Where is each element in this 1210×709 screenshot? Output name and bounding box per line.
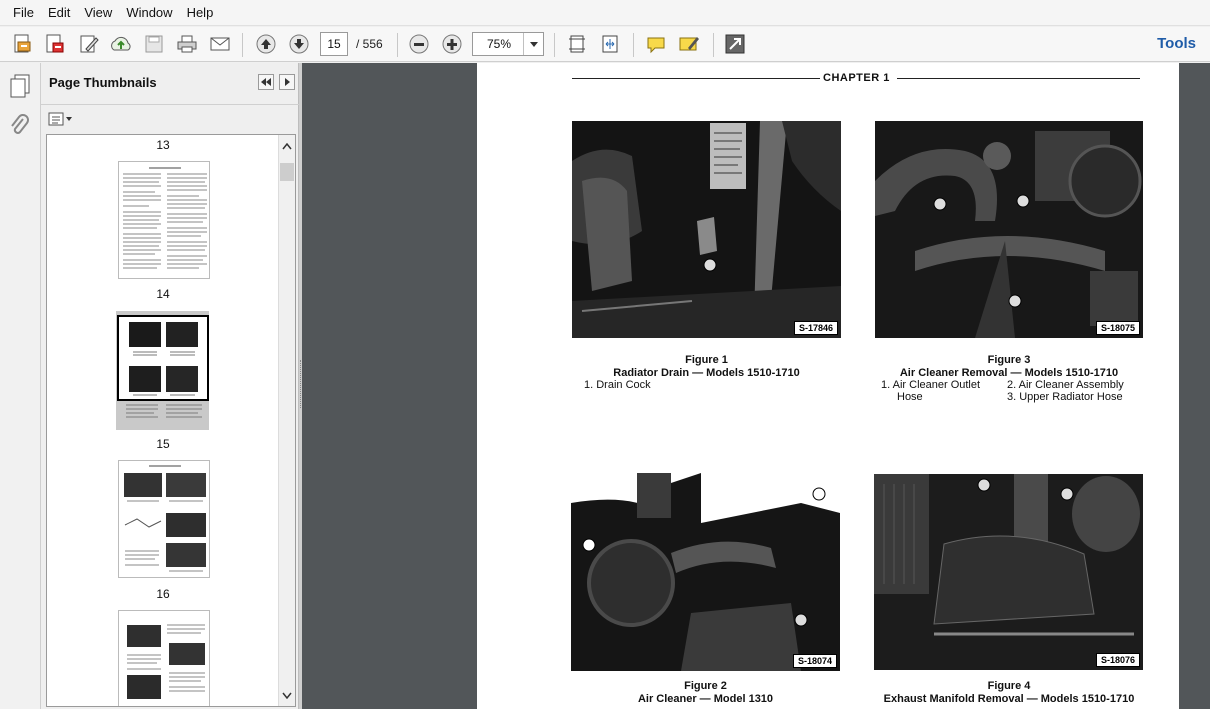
legend-item: 1. Air Cleaner Outlet: [881, 379, 981, 391]
menu-help[interactable]: Help: [180, 0, 221, 26]
fullscreen-icon[interactable]: [722, 31, 748, 57]
attachment-icon[interactable]: [8, 113, 30, 142]
options-menu-button[interactable]: [47, 110, 73, 128]
page-down-icon[interactable]: [286, 31, 312, 57]
tools-link[interactable]: Tools: [1157, 35, 1196, 52]
panel-divider: [41, 104, 299, 105]
menu-bar: File Edit View Window Help: [0, 0, 1210, 26]
document-page: CHAPTER 1 S-17846 S-18075 Figure 1 Radia…: [477, 63, 1179, 709]
highlight-icon[interactable]: [676, 31, 702, 57]
comment-icon[interactable]: [643, 31, 669, 57]
figure-3-caption: Figure 3 Air Cleaner Removal — Models 15…: [875, 354, 1143, 380]
chevron-down-icon[interactable]: [523, 33, 543, 55]
legend-item: 1. Drain Cock: [584, 379, 651, 391]
print-icon[interactable]: [174, 31, 200, 57]
photo-code: S-17846: [793, 321, 838, 335]
collapse-panel-button[interactable]: [258, 74, 274, 90]
convert-icon[interactable]: [42, 31, 68, 57]
menu-file[interactable]: File: [6, 0, 41, 26]
figure-number: Figure 4: [987, 680, 1031, 692]
toolbar-separator: [713, 33, 714, 57]
legend-item: 3. Upper Radiator Hose: [1007, 391, 1123, 403]
email-icon[interactable]: [207, 31, 233, 57]
panel-title: Page Thumbnails: [49, 75, 157, 90]
figure-number: Figure 1: [685, 354, 728, 366]
thumbnail-page-15-lower: [118, 401, 208, 427]
legend-item: 2. Air Cleaner Assembly: [1007, 379, 1124, 391]
zoom-in-icon[interactable]: [439, 31, 465, 57]
figure-1-legend: 1. Drain Cock: [584, 379, 784, 393]
photo-code: S-18074: [792, 654, 837, 668]
thumbnail-page-number: 15: [156, 437, 170, 451]
scroll-up-icon[interactable]: [282, 139, 292, 153]
scrollbar-thumb[interactable]: [280, 163, 294, 181]
thumbnail-page-number: 14: [156, 287, 170, 301]
page-up-icon[interactable]: [253, 31, 279, 57]
create-pdf-icon[interactable]: [10, 31, 36, 57]
toolbar: 15 / 556 75% Tools: [0, 27, 1210, 62]
photo-code: S-18076: [1095, 653, 1140, 667]
thumbnail-page-number: 16: [156, 587, 170, 601]
zoom-select[interactable]: 75%: [472, 32, 544, 56]
page-thumbnails-icon[interactable]: [8, 73, 32, 102]
cloud-upload-icon[interactable]: [108, 31, 134, 57]
figure-2-photo: S-18074: [571, 473, 840, 671]
edit-icon[interactable]: [76, 31, 102, 57]
figure-3-photo: S-18075: [875, 121, 1143, 338]
zoom-out-icon[interactable]: [406, 31, 432, 57]
scroll-down-icon[interactable]: [282, 688, 292, 702]
figure-3-legend: 1. Air Cleaner Outlet Hose 2. Air Cleane…: [881, 379, 1143, 407]
toolbar-separator: [397, 33, 398, 57]
chapter-rule: [897, 78, 1140, 79]
chapter-rule: [572, 78, 820, 79]
fit-page-icon[interactable]: [564, 31, 590, 57]
navigation-pane: [0, 63, 41, 709]
toolbar-separator: [633, 33, 634, 57]
menu-view[interactable]: View: [77, 0, 119, 26]
thumbnail-list[interactable]: 13 14 15 16: [46, 134, 296, 707]
thumbnail-page-number: 13: [156, 138, 170, 152]
fit-width-icon[interactable]: [597, 31, 623, 57]
expand-panel-button[interactable]: [279, 74, 295, 90]
page-total-label: / 556: [356, 37, 383, 51]
zoom-value: 75%: [486, 37, 512, 51]
figure-4-caption: Figure 4 Exhaust Manifold Removal — Mode…: [864, 680, 1154, 706]
figure-1-caption: Figure 1 Radiator Drain — Models 1510-17…: [572, 354, 841, 380]
figure-number: Figure 2: [684, 680, 727, 692]
page-number-input[interactable]: 15: [320, 32, 348, 56]
figure-title: Exhaust Manifold Removal — Models 1510-1…: [883, 693, 1135, 705]
toolbar-separator: [554, 33, 555, 57]
thumbnail-page-14[interactable]: [118, 161, 210, 279]
figure-number: Figure 3: [987, 354, 1031, 366]
document-viewer[interactable]: CHAPTER 1 S-17846 S-18075 Figure 1 Radia…: [302, 63, 1210, 709]
chapter-heading: CHAPTER 1: [823, 72, 890, 84]
photo-code: S-18075: [1095, 321, 1140, 335]
toolbar-separator: [242, 33, 243, 57]
thumbnail-page-17[interactable]: [118, 610, 210, 706]
legend-item: Hose: [897, 391, 923, 403]
save-icon[interactable]: [141, 31, 167, 57]
figure-4-photo: S-18076: [874, 474, 1143, 670]
figure-2-caption: Figure 2 Air Cleaner — Model 1310: [571, 680, 840, 706]
thumbnail-page-15[interactable]: [117, 315, 209, 401]
menu-edit[interactable]: Edit: [41, 0, 77, 26]
thumbnails-panel: Page Thumbnails 13 14 15 16: [41, 63, 299, 709]
figure-1-photo: S-17846: [572, 121, 841, 338]
figure-title: Air Cleaner — Model 1310: [637, 693, 774, 705]
thumbnail-page-16[interactable]: [118, 460, 210, 578]
thumbnail-scrollbar[interactable]: [278, 135, 295, 706]
menu-window[interactable]: Window: [119, 0, 179, 26]
